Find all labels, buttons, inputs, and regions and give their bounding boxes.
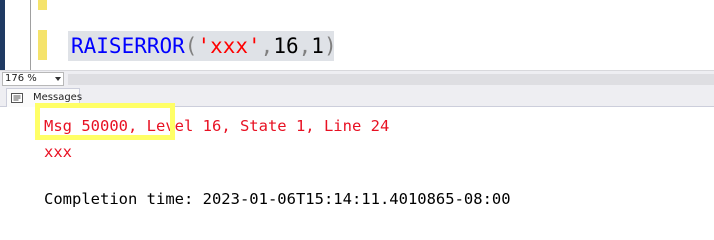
zoom-value: 176 % (5, 73, 37, 84)
error-text-line: xxx (44, 143, 72, 161)
editor-left-border (0, 0, 5, 70)
change-marker (38, 30, 47, 60)
change-marker (38, 0, 47, 10)
horizontal-scrollbar[interactable] (68, 74, 714, 85)
code-close-paren: ) (323, 34, 337, 58)
gutter-divider (30, 0, 31, 70)
code-open-paren: ( (184, 34, 198, 58)
messages-pane[interactable]: Msg 50000, Level 16, State 1, Line 24 xx… (0, 103, 714, 240)
dropdown-arrow-icon[interactable] (55, 77, 61, 81)
msg-details: Level 16, State 1, Line 24 (137, 117, 390, 135)
query-editor[interactable]: RAISERROR('xxx',16,1) (0, 0, 714, 70)
code-comma: , (260, 34, 274, 58)
messages-icon (11, 93, 23, 103)
code-state: 1 (311, 34, 324, 58)
code-comma: , (298, 34, 312, 58)
code-severity: 16 (273, 34, 299, 58)
completion-time-line: Completion time: 2023-01-06T15:14:11.401… (44, 190, 511, 208)
highlight-box (35, 103, 175, 140)
code-keyword: RAISERROR (71, 34, 185, 58)
code-string: 'xxx' (197, 34, 261, 58)
zoom-dropdown[interactable]: 176 % (2, 72, 64, 86)
editor-status-strip: 176 % (0, 70, 714, 87)
code-line-raiserror[interactable]: RAISERROR('xxx',16,1) (68, 31, 337, 61)
